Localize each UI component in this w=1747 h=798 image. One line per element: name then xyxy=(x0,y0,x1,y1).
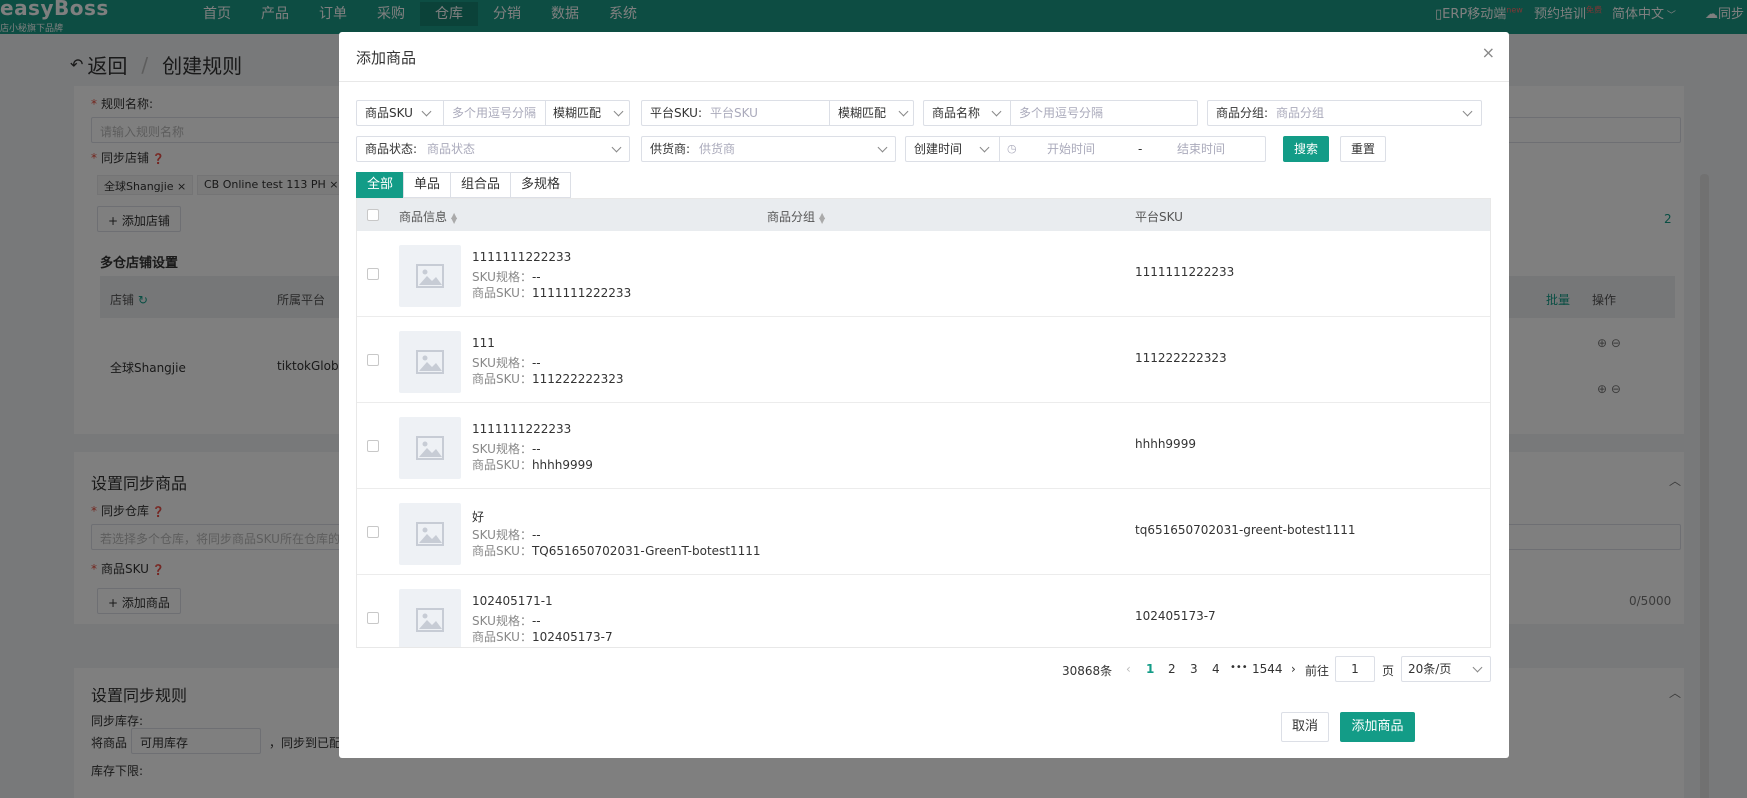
row-checkbox[interactable] xyxy=(367,612,379,624)
page-size-select[interactable]: 20条/页 xyxy=(1401,656,1491,682)
chevron-down-icon xyxy=(877,142,888,153)
row-checkbox[interactable] xyxy=(367,268,379,280)
goto-page-input[interactable]: 1 xyxy=(1335,656,1375,682)
product-name: 1111111222233 xyxy=(472,250,572,264)
product-sku: 1111111222233 xyxy=(531,286,632,300)
table-header: 商品信息 ▲ ▼ 商品分组 ▲ ▼ 平台SKU xyxy=(357,199,1490,231)
page-4[interactable]: 4 xyxy=(1212,662,1220,676)
image-placeholder-icon xyxy=(399,417,461,479)
supplier-filter[interactable]: 供货商: 供货商 xyxy=(641,136,896,162)
product-sku: hhhh9999 xyxy=(531,458,593,472)
reset-button[interactable]: 重置 xyxy=(1340,136,1386,162)
status-filter[interactable]: 商品状态: 商品状态 xyxy=(356,136,630,162)
end-time-input[interactable]: 结束时间 xyxy=(1177,137,1225,161)
page-last[interactable]: 1544 xyxy=(1252,662,1283,676)
product-name: 102405171-1 xyxy=(472,594,553,608)
tab-single[interactable]: 单品 xyxy=(403,172,451,198)
product-spec: -- xyxy=(531,356,541,370)
image-placeholder-icon xyxy=(399,589,461,647)
row-checkbox[interactable] xyxy=(367,440,379,452)
clock-icon: ◷ xyxy=(1007,142,1017,155)
product-spec: -- xyxy=(531,528,541,542)
platform-sku: hhhh9999 xyxy=(1135,437,1196,451)
platform-sku: 1111111222233 xyxy=(1135,265,1235,279)
product-spec: -- xyxy=(531,270,541,284)
page-2[interactable]: 2 xyxy=(1168,662,1176,676)
product-name: 1111111222233 xyxy=(472,422,572,436)
sku-filter: 商品SKU 多个用逗号分隔 模糊匹配 xyxy=(356,100,630,126)
product-sku: 111222222323 xyxy=(531,372,624,386)
product-sku: TQ651650702031-GreenT-botest1111 xyxy=(531,544,761,558)
image-placeholder-icon xyxy=(399,331,461,393)
next-page-icon[interactable]: › xyxy=(1291,662,1296,676)
search-button[interactable]: 搜索 xyxy=(1283,136,1329,162)
chevron-down-icon xyxy=(1472,662,1483,673)
sku-match-select[interactable]: 模糊匹配 xyxy=(553,101,601,125)
sku-type-select[interactable]: 商品SKU xyxy=(365,101,413,125)
product-spec: -- xyxy=(531,614,541,628)
group-filter[interactable]: 商品分组: 商品分组 xyxy=(1207,100,1482,126)
cancel-button[interactable]: 取消 xyxy=(1281,712,1329,742)
row-checkbox[interactable] xyxy=(367,354,379,366)
sort-icon: ▲ ▼ xyxy=(451,210,458,225)
platform-match-select[interactable]: 模糊匹配 xyxy=(838,101,886,125)
name-input[interactable]: 多个用逗号分隔 xyxy=(1019,101,1103,125)
sort-icon: ▲ ▼ xyxy=(819,210,826,225)
chevron-down-icon xyxy=(1462,106,1473,117)
platform-sku: 111222222323 xyxy=(1135,351,1227,365)
chevron-down-icon xyxy=(421,106,432,117)
chevron-down-icon xyxy=(898,106,909,117)
prev-page-icon[interactable]: ‹ xyxy=(1126,662,1131,676)
table-row: 1111111222233 SKU规格：-- 商品SKU：hhhh9999 hh… xyxy=(357,403,1490,489)
image-placeholder-icon xyxy=(399,245,461,307)
add-goods-modal: 添加商品 × 商品SKU 多个用逗号分隔 模糊匹配 平台SKU: 平台SKU 模… xyxy=(339,32,1509,758)
modal-title: 添加商品 xyxy=(356,49,417,67)
close-icon[interactable]: × xyxy=(1482,43,1495,62)
chevron-down-icon xyxy=(611,142,622,153)
table-row: 好 SKU规格：-- 商品SKU：TQ651650702031-GreenT-b… xyxy=(357,489,1490,575)
start-time-input[interactable]: 开始时间 xyxy=(1047,137,1095,161)
platform-sku-filter: 平台SKU: 平台SKU 模糊匹配 xyxy=(641,100,914,126)
name-filter: 商品名称 多个用逗号分隔 xyxy=(923,100,1198,126)
chevron-down-icon xyxy=(979,142,990,153)
page-1[interactable]: 1 xyxy=(1146,662,1154,676)
platform-sku: 102405173-7 xyxy=(1135,609,1216,623)
sku-input[interactable]: 多个用逗号分隔 xyxy=(452,101,536,125)
product-table: 商品信息 ▲ ▼ 商品分组 ▲ ▼ 平台SKU 1111111222233 SKU规格：… xyxy=(356,198,1491,648)
product-sku: 102405173-7 xyxy=(531,630,613,644)
total-count: 30868条 xyxy=(1062,664,1113,678)
table-row: 1111111222233 SKU规格：-- 商品SKU：11111112222… xyxy=(357,231,1490,317)
time-filter: 创建时间 ◷ 开始时间 - 结束时间 xyxy=(905,136,1266,162)
chevron-down-icon xyxy=(613,106,624,117)
name-type-select[interactable]: 商品名称 xyxy=(932,101,980,125)
row-checkbox[interactable] xyxy=(367,526,379,538)
tab-all[interactable]: 全部 xyxy=(356,172,404,198)
platform-sku: tq651650702031-greent-botest1111 xyxy=(1135,523,1356,537)
product-spec: -- xyxy=(531,442,541,456)
tab-multi-spec[interactable]: 多规格 xyxy=(510,172,572,198)
col-platform-sku: 平台SKU xyxy=(1135,210,1183,224)
product-type-tabs: 全部 单品 组合品 多规格 xyxy=(356,172,572,198)
more-pages-icon[interactable]: ••• xyxy=(1230,662,1248,673)
tab-combo[interactable]: 组合品 xyxy=(450,172,511,198)
time-type-select[interactable]: 创建时间 xyxy=(914,137,962,161)
platform-sku-input[interactable]: 平台SKU xyxy=(710,101,758,125)
page-3[interactable]: 3 xyxy=(1190,662,1198,676)
table-row: 102405171-1 SKU规格：-- 商品SKU：102405173-7 1… xyxy=(357,575,1490,647)
product-name: 111 xyxy=(472,336,495,350)
product-name: 好 xyxy=(472,510,485,524)
table-row: 111 SKU规格：-- 商品SKU：111222222323 11122222… xyxy=(357,317,1490,403)
chevron-down-icon xyxy=(991,106,1002,117)
col-product-info[interactable]: 商品信息 ▲ ▼ xyxy=(399,208,457,225)
col-product-group[interactable]: 商品分组 ▲ ▼ xyxy=(767,208,825,225)
add-goods-confirm-button[interactable]: 添加商品 xyxy=(1340,712,1415,742)
image-placeholder-icon xyxy=(399,503,461,565)
select-all-checkbox[interactable] xyxy=(367,209,379,221)
